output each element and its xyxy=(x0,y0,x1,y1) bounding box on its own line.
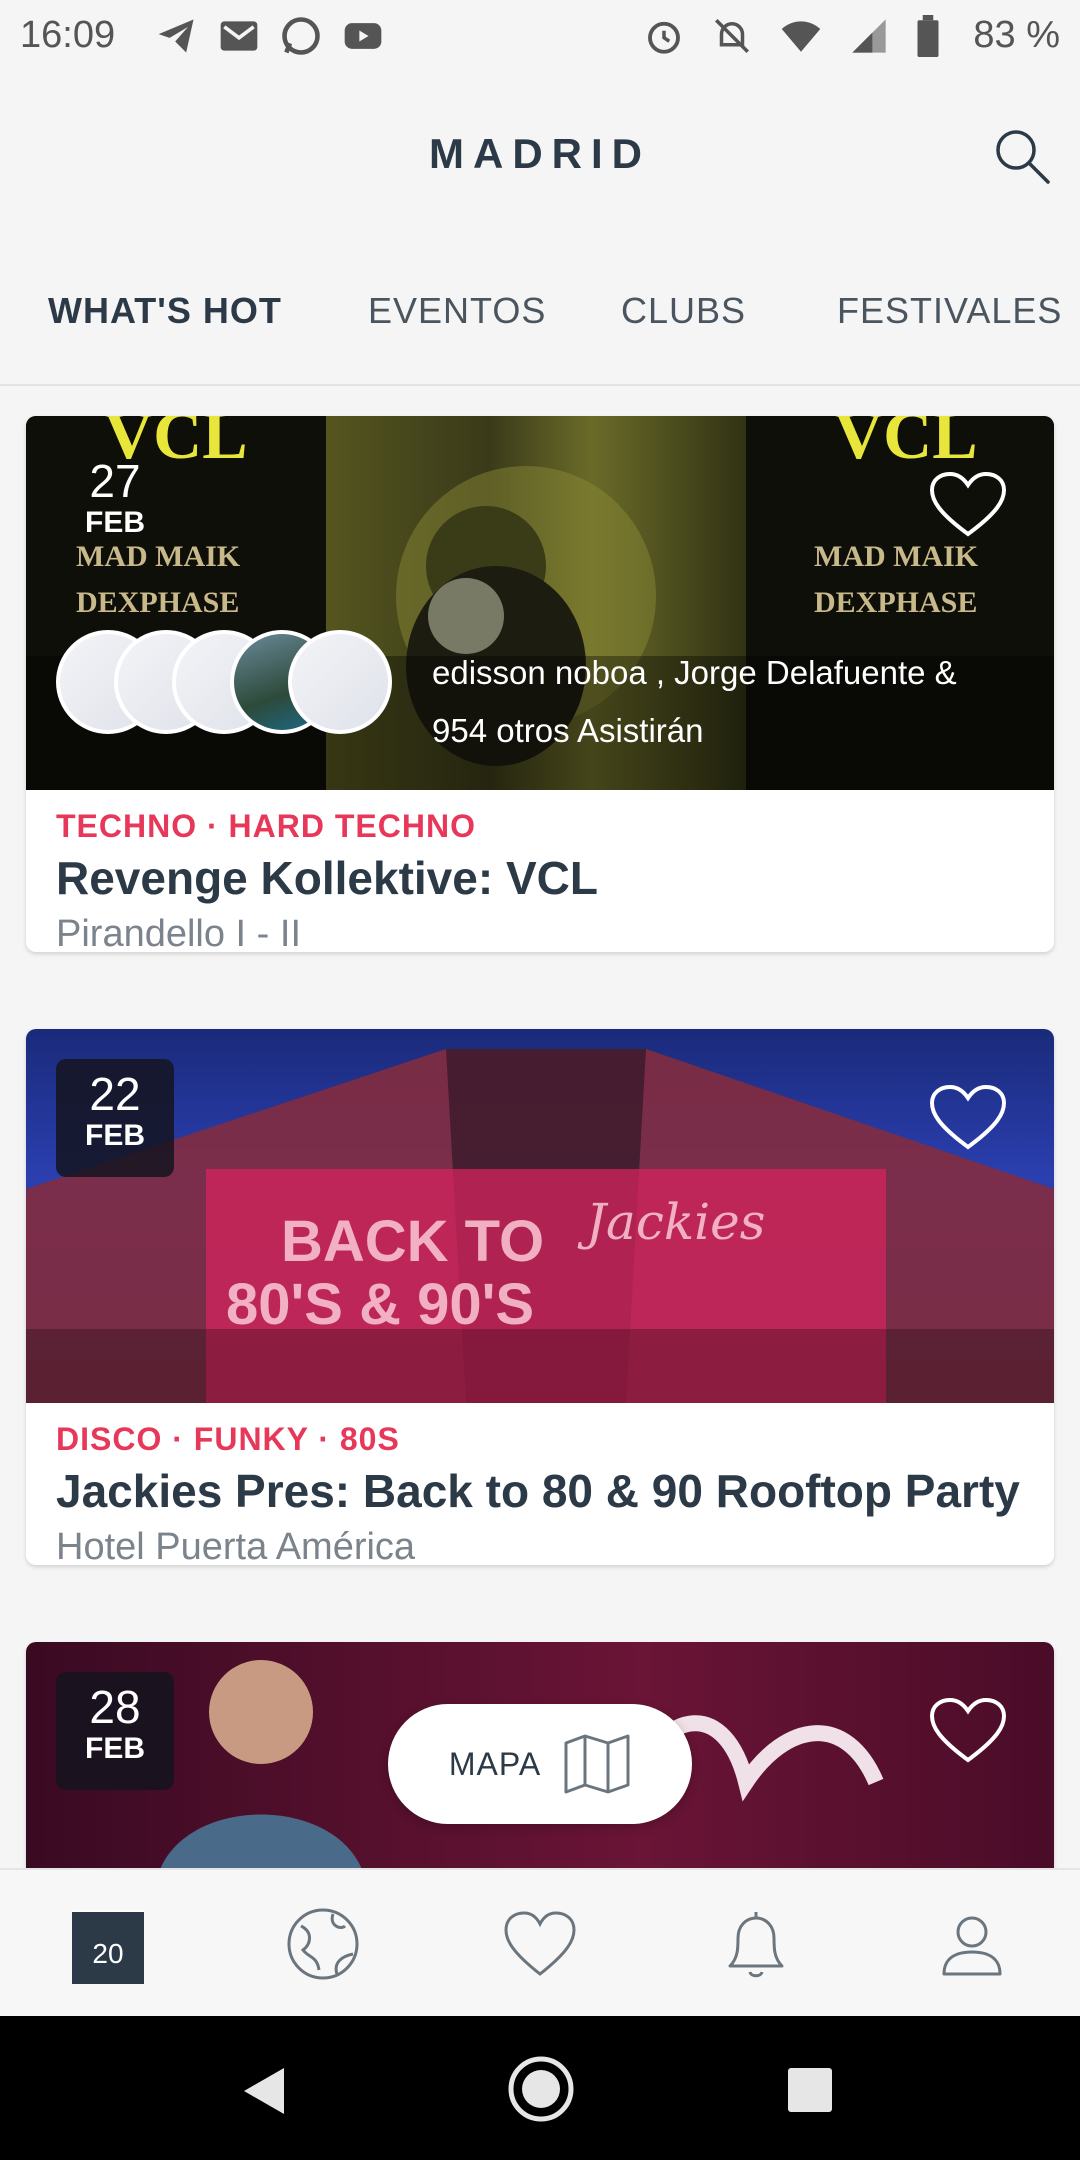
event-info[interactable]: DISCO · FUNKY · 80S Jackies Pres: Back t… xyxy=(26,1403,1054,1565)
system-navigation-bar xyxy=(0,2016,1080,2160)
svg-text:Jackies: Jackies xyxy=(577,1193,765,1251)
date-badge: 28 FEB xyxy=(56,1672,174,1790)
attendee-avatars[interactable] xyxy=(56,630,392,740)
back-icon[interactable] xyxy=(238,2064,288,2118)
attendees-names: edisson noboa , Jorge Delafuente & xyxy=(432,654,957,691)
map-button[interactable]: MAPA xyxy=(388,1704,692,1824)
youtube-icon xyxy=(344,23,382,49)
event-image[interactable]: VCL VCL MAD MAIK DEXPHASE MAD MAIK DEXPH… xyxy=(26,416,1054,790)
avatar xyxy=(288,630,392,734)
event-month: FEB xyxy=(85,1732,145,1765)
event-genres: DISCO · FUNKY · 80S xyxy=(56,1421,400,1457)
event-month: FEB xyxy=(85,1119,145,1152)
mute-icon xyxy=(715,18,750,53)
category-tabs: WHAT'S HOT EVENTOS CLUBS FESTIVALES xyxy=(0,232,1080,386)
profile-icon xyxy=(942,1916,1002,1976)
svg-text:MAD MAIK: MAD MAIK xyxy=(814,540,979,573)
battery-percent: 83 % xyxy=(973,14,1060,56)
city-title[interactable]: MADRID xyxy=(0,130,1080,178)
app-header: MADRID xyxy=(0,72,1080,232)
map-button-label: MAPA xyxy=(448,1745,542,1782)
favorites-button[interactable] xyxy=(500,1904,580,1984)
map-icon xyxy=(564,1734,630,1794)
event-genres: TECHNO · HARD TECHNO xyxy=(56,808,476,844)
wifi-icon xyxy=(782,20,821,52)
svg-text:DEXPHASE: DEXPHASE xyxy=(76,586,239,619)
event-card[interactable]: BACK TO 80'S & 90'S Jackies 22 FEB DISCO… xyxy=(26,1029,1054,1565)
globe-icon xyxy=(287,1908,359,1980)
svg-text:BACK TO: BACK TO xyxy=(281,1209,544,1274)
gmail-icon xyxy=(220,21,258,51)
attendees-text: edisson noboa , Jorge Delafuente & 954 o… xyxy=(432,644,957,760)
heart-icon xyxy=(929,1697,1007,1763)
search-button[interactable] xyxy=(988,122,1058,192)
svg-text:DEXPHASE: DEXPHASE xyxy=(814,586,977,619)
event-feed[interactable]: VCL VCL MAD MAIK DEXPHASE MAD MAIK DEXPH… xyxy=(0,386,1080,1868)
system-status-icons: 83 % xyxy=(643,14,1060,57)
bottom-navigation: 20 xyxy=(0,1868,1080,2018)
whatsapp-icon xyxy=(282,17,320,55)
telegram-icon xyxy=(158,19,194,53)
favorite-button[interactable] xyxy=(928,1696,1008,1766)
tab-festivales[interactable]: FESTIVALES xyxy=(837,290,1062,332)
event-day: 22 xyxy=(89,1068,141,1120)
svg-text:80'S & 90'S: 80'S & 90'S xyxy=(226,1272,534,1337)
favorite-button[interactable] xyxy=(928,1083,1008,1153)
tab-whats-hot[interactable]: WHAT'S HOT xyxy=(48,290,282,332)
home-icon[interactable] xyxy=(506,2054,576,2124)
battery-icon xyxy=(917,14,939,57)
event-venue: Pirandello I - II xyxy=(56,913,301,952)
heart-icon xyxy=(929,471,1007,537)
recents-icon[interactable] xyxy=(786,2066,834,2114)
notifications-button[interactable] xyxy=(716,1904,796,1984)
event-month: FEB xyxy=(85,506,145,539)
status-time: 16:09 xyxy=(20,14,116,56)
calendar-day: 20 xyxy=(92,1938,124,1969)
alarm-icon xyxy=(648,21,681,54)
poster-art: BACK TO 80'S & 90'S Jackies xyxy=(26,1049,1054,1403)
attendees-count: 954 otros Asistirán xyxy=(432,712,704,749)
event-day: 28 xyxy=(89,1681,141,1733)
calendar-icon[interactable]: 20 xyxy=(72,1910,144,1984)
date-badge: 22 FEB xyxy=(56,1059,174,1177)
heart-icon xyxy=(504,1911,576,1976)
tab-eventos[interactable]: EVENTOS xyxy=(368,290,546,332)
event-title: Jackies Pres: Back to 80 & 90 Rooftop Pa… xyxy=(56,1465,1020,1517)
event-title: Revenge Kollektive: VCL xyxy=(56,852,598,904)
event-image[interactable]: BACK TO 80'S & 90'S Jackies 22 FEB xyxy=(26,1029,1054,1403)
event-day: 27 xyxy=(89,455,141,507)
favorite-button[interactable] xyxy=(928,470,1008,540)
explore-button[interactable] xyxy=(283,1904,363,1984)
event-info[interactable]: TECHNO · HARD TECHNO Revenge Kollektive:… xyxy=(26,790,1054,952)
signal-icon xyxy=(852,18,887,53)
bell-icon xyxy=(728,1912,784,1978)
tab-clubs[interactable]: CLUBS xyxy=(621,290,746,332)
notification-icons xyxy=(155,14,385,58)
date-badge: 27 FEB xyxy=(56,446,174,564)
event-card[interactable]: VCL VCL MAD MAIK DEXPHASE MAD MAIK DEXPH… xyxy=(26,416,1054,952)
heart-icon xyxy=(929,1084,1007,1150)
event-venue: Hotel Puerta América xyxy=(56,1526,416,1565)
search-icon xyxy=(996,130,1050,184)
profile-button[interactable] xyxy=(932,1904,1012,1984)
svg-text:VCL: VCL xyxy=(834,416,978,473)
status-bar: 16:09 83 % xyxy=(0,0,1080,72)
